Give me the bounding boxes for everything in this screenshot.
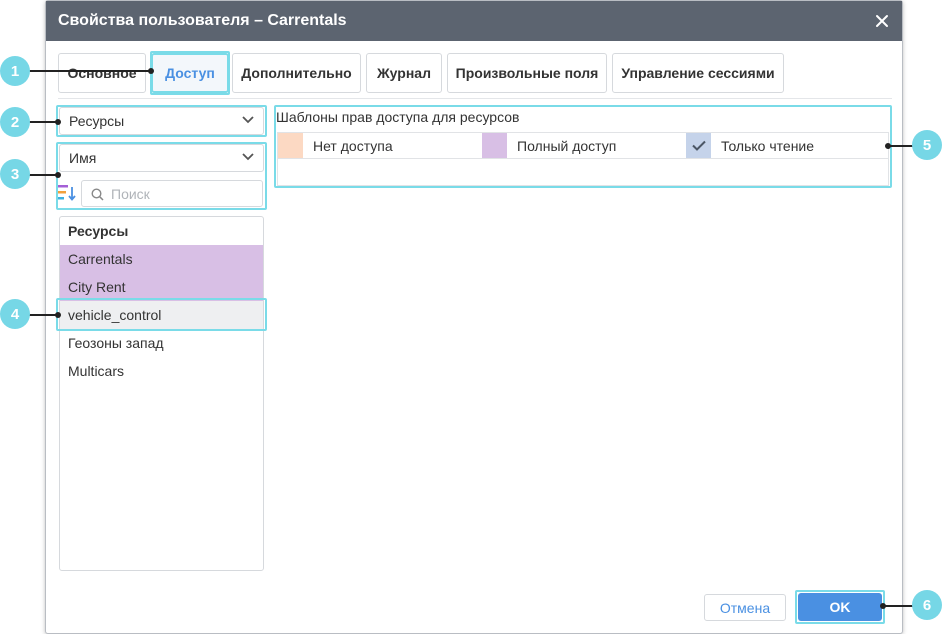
callout-leader-2 [28,121,58,123]
callout-dot-6 [880,603,886,609]
read-only-swatch [686,133,711,158]
callout-5: 5 [912,130,942,160]
callout-dot-3 [55,172,61,178]
dialog-titlebar: Свойства пользователя – Carrentals [46,1,902,41]
callout-leader-3 [28,174,58,176]
access-legend: Нет доступа Полный доступ Только чтение [277,132,889,159]
search-field[interactable] [81,180,263,207]
resource-type-select[interactable]: Ресурсы [59,107,264,135]
list-item[interactable]: Multicars [60,357,263,385]
dialog-title: Свойства пользователя – Carrentals [58,12,347,29]
callout-leader-4 [28,314,58,316]
sort-icon[interactable] [58,184,76,202]
legend-full-access[interactable]: Полный доступ [482,133,686,158]
callout-3: 3 [0,159,30,189]
chevron-down-icon [242,153,254,161]
legend-empty-row [277,159,889,186]
callout-1: 1 [0,56,30,86]
callout-dot-1 [148,68,154,74]
list-item[interactable]: Геозоны запад [60,329,263,357]
tab-session-management[interactable]: Управление сессиями [612,53,784,93]
close-icon[interactable] [874,13,890,29]
ok-button[interactable]: OK [798,593,882,621]
list-item[interactable]: City Rent [60,273,263,301]
cancel-button[interactable]: Отмена [704,594,786,621]
search-icon [91,188,104,201]
tab-main[interactable]: Основное [58,53,146,93]
chevron-down-icon [242,116,254,124]
callout-4: 4 [0,299,30,329]
callout-2: 2 [0,107,30,137]
tab-log[interactable]: Журнал [366,53,442,93]
list-header: Ресурсы [68,223,129,239]
templates-title: Шаблоны прав доступа для ресурсов [276,109,520,125]
callout-dot-5 [885,143,891,149]
callout-dot-2 [55,119,61,125]
list-item[interactable]: Carrentals [60,245,263,273]
tab-divider [58,98,892,99]
tab-additional[interactable]: Дополнительно [232,53,361,93]
sort-field-select[interactable]: Имя [59,144,264,172]
legend-read-only[interactable]: Только чтение [686,133,888,158]
callout-leader-1 [28,70,152,72]
resource-list: Ресурсы Carrentals City Rent vehicle_con… [59,216,264,571]
check-icon [691,140,706,151]
full-access-swatch [482,133,507,158]
tab-custom-fields[interactable]: Произвольные поля [447,53,607,93]
search-input[interactable] [111,185,251,203]
legend-no-access[interactable]: Нет доступа [278,133,482,158]
list-item-selected[interactable]: vehicle_control [60,301,263,329]
user-properties-dialog: Свойства пользователя – Carrentals Основ… [45,0,903,634]
callout-dot-4 [55,312,61,318]
no-access-swatch [278,133,303,158]
tab-access[interactable]: Доступ [151,53,229,93]
callout-6: 6 [912,590,942,620]
callout-leader-6 [882,605,914,607]
